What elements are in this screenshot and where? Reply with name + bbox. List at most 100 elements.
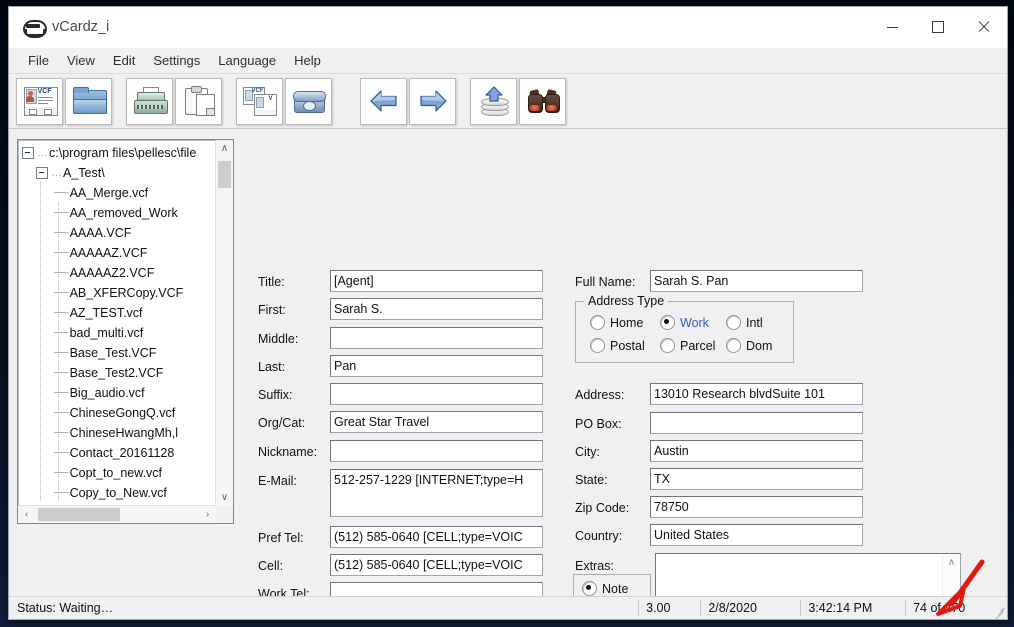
radio-note[interactable]: Note bbox=[582, 581, 628, 596]
tree-file-item[interactable]: ──AAAAAZ2.VCF bbox=[22, 263, 214, 283]
tree-file-item[interactable]: ──AB_XFERCopy.VCF bbox=[22, 283, 214, 303]
status-version: 3.00 bbox=[638, 600, 700, 616]
extras-label: Extras: bbox=[575, 559, 614, 573]
country-input[interactable]: United States bbox=[650, 524, 863, 546]
menu-item-help[interactable]: Help bbox=[285, 50, 330, 71]
tree-file-item[interactable]: ──AA_removed_Work bbox=[22, 203, 214, 223]
suffix-input[interactable] bbox=[330, 383, 543, 405]
orgcat-input[interactable]: Great Star Travel bbox=[330, 411, 543, 433]
tree-file-item[interactable]: ──AAAA.VCF bbox=[22, 223, 214, 243]
pref-tel-input[interactable]: (512) 585-0640 [CELL;type=VOIC bbox=[330, 526, 543, 548]
zip-code-input[interactable]: 78750 bbox=[650, 496, 863, 518]
tree-file-item[interactable]: ──Big_audio.vcf bbox=[22, 383, 214, 403]
database-upload-button[interactable] bbox=[470, 78, 517, 125]
email-input[interactable]: 512-257-1229 [INTERNET;type=H bbox=[330, 469, 543, 517]
radio-home-icon[interactable] bbox=[590, 315, 605, 330]
copy-card-button[interactable]: VCF V bbox=[236, 78, 283, 125]
cell-input[interactable]: (512) 585-0640 [CELL;type=VOIC bbox=[330, 554, 543, 576]
tree-file-item[interactable]: ──AZ_TEST.vcf bbox=[22, 303, 214, 323]
middle-input[interactable] bbox=[330, 327, 543, 349]
full-name-label: Full Name: bbox=[575, 275, 635, 289]
tree-horizontal-scrollbar[interactable]: ‹ › bbox=[18, 505, 216, 523]
state-input[interactable]: TX bbox=[650, 468, 863, 490]
country-label: Country: bbox=[575, 529, 622, 543]
tree-file-label: Big_audio.vcf bbox=[70, 386, 145, 400]
radio-intl-icon[interactable] bbox=[726, 315, 741, 330]
tree-scroll-down-icon[interactable]: ∨ bbox=[216, 489, 233, 506]
suffix-label: Suffix: bbox=[258, 388, 293, 402]
tree-scroll-right-icon[interactable]: › bbox=[199, 506, 216, 523]
menu-item-language[interactable]: Language bbox=[209, 50, 285, 71]
radio-intl[interactable]: Intl bbox=[726, 315, 763, 330]
tree-folder-node[interactable]: … A_Test\ bbox=[22, 163, 214, 183]
tree-file-item[interactable]: ──Contact_20161128 bbox=[22, 443, 214, 463]
extras-scroll-up-icon[interactable]: ∧ bbox=[943, 554, 960, 571]
radio-postal-icon[interactable] bbox=[590, 338, 605, 353]
radio-postal[interactable]: Postal bbox=[590, 338, 645, 353]
city-input[interactable]: Austin bbox=[650, 440, 863, 462]
tree-horizontal-scroll-thumb[interactable] bbox=[38, 508, 120, 521]
tree-file-label: AZ_TEST.vcf bbox=[70, 306, 143, 320]
radio-parcel[interactable]: Parcel bbox=[660, 338, 715, 353]
tree-file-item[interactable]: ──AAAAAZ.VCF bbox=[22, 243, 214, 263]
first-input[interactable]: Sarah S. bbox=[330, 298, 543, 320]
radio-home-label: Home bbox=[610, 316, 643, 330]
clipboard-button[interactable] bbox=[175, 78, 222, 125]
resize-grip[interactable] bbox=[991, 604, 1005, 618]
new-vcard-button[interactable]: VCF bbox=[16, 78, 63, 125]
last-input[interactable]: Pan bbox=[330, 355, 543, 377]
tree-file-item[interactable]: ──Copt_to_new.vcf bbox=[22, 463, 214, 483]
tree-scroll-up-icon[interactable]: ∧ bbox=[216, 140, 233, 157]
tree-file-label: ChineseHwangMh,l bbox=[70, 426, 178, 440]
telephone-icon bbox=[292, 86, 326, 116]
tree-file-item[interactable]: ──ChineseHwangMh,l bbox=[22, 423, 214, 443]
previous-button[interactable] bbox=[360, 78, 407, 125]
close-button[interactable] bbox=[961, 7, 1007, 47]
address-type-group: Address Type Home Work Intl Postal Parce… bbox=[575, 301, 794, 363]
title-input[interactable]: [Agent] bbox=[330, 270, 543, 292]
tree-file-label: Contact_20161128 bbox=[70, 446, 175, 460]
radio-parcel-icon[interactable] bbox=[660, 338, 675, 353]
radio-home[interactable]: Home bbox=[590, 315, 643, 330]
po-box-input[interactable] bbox=[650, 412, 863, 434]
tree-file-item[interactable]: ──bad_multi.vcf bbox=[22, 323, 214, 343]
menu-item-edit[interactable]: Edit bbox=[104, 50, 144, 71]
radio-work[interactable]: Work bbox=[660, 315, 709, 330]
maximize-button[interactable] bbox=[915, 7, 961, 47]
tree-file-item[interactable]: ──Copy_to_New.vcf bbox=[22, 483, 214, 502]
tree-file-item[interactable]: ──Base_Test.VCF bbox=[22, 343, 214, 363]
menu-item-view[interactable]: View bbox=[58, 50, 104, 71]
tree-scroll-left-icon[interactable]: ‹ bbox=[18, 506, 35, 523]
folder-icon bbox=[72, 86, 106, 116]
radio-intl-label: Intl bbox=[746, 316, 763, 330]
maximize-icon bbox=[932, 21, 944, 33]
search-button[interactable] bbox=[519, 78, 566, 125]
tree-file-item[interactable]: ──Base_Test2.VCF bbox=[22, 363, 214, 383]
tree-vertical-scrollbar[interactable]: ∧ ∨ bbox=[215, 140, 233, 506]
tree-vertical-scroll-thumb[interactable] bbox=[218, 161, 231, 188]
collapse-folder-icon[interactable] bbox=[36, 167, 48, 179]
radio-dom[interactable]: Dom bbox=[726, 338, 772, 353]
full-name-input[interactable]: Sarah S. Pan bbox=[650, 270, 863, 292]
radio-work-icon[interactable] bbox=[660, 315, 675, 330]
radio-work-label: Work bbox=[680, 316, 709, 330]
nickname-input[interactable] bbox=[330, 440, 543, 462]
phone-button[interactable] bbox=[285, 78, 332, 125]
tree-file-item[interactable]: ──AA_Merge.vcf bbox=[22, 183, 214, 203]
tree-file-item[interactable]: ──ChineseGongQ.vcf bbox=[22, 403, 214, 423]
editor-button[interactable] bbox=[126, 78, 173, 125]
collapse-root-icon[interactable] bbox=[22, 147, 34, 159]
menu-item-file[interactable]: File bbox=[19, 50, 58, 71]
menu-item-settings[interactable]: Settings bbox=[144, 50, 209, 71]
radio-dom-icon[interactable] bbox=[726, 338, 741, 353]
minimize-button[interactable] bbox=[869, 7, 915, 47]
next-button[interactable] bbox=[409, 78, 456, 125]
address-input[interactable]: 13010 Research blvdSuite 101 bbox=[650, 383, 863, 405]
status-bar: Status: Waiting… 3.00 2/8/2020 3:42:14 P… bbox=[9, 596, 1007, 619]
file-tree-panel[interactable]: … c:\program files\pellesc\file … A_Test… bbox=[17, 139, 234, 524]
email-label: E-Mail: bbox=[258, 474, 297, 488]
tree-file-label: Copt_to_new.vcf bbox=[70, 466, 162, 480]
radio-note-icon[interactable] bbox=[582, 581, 597, 596]
tree-root-node[interactable]: … c:\program files\pellesc\file bbox=[22, 143, 214, 163]
open-folder-button[interactable] bbox=[65, 78, 112, 125]
